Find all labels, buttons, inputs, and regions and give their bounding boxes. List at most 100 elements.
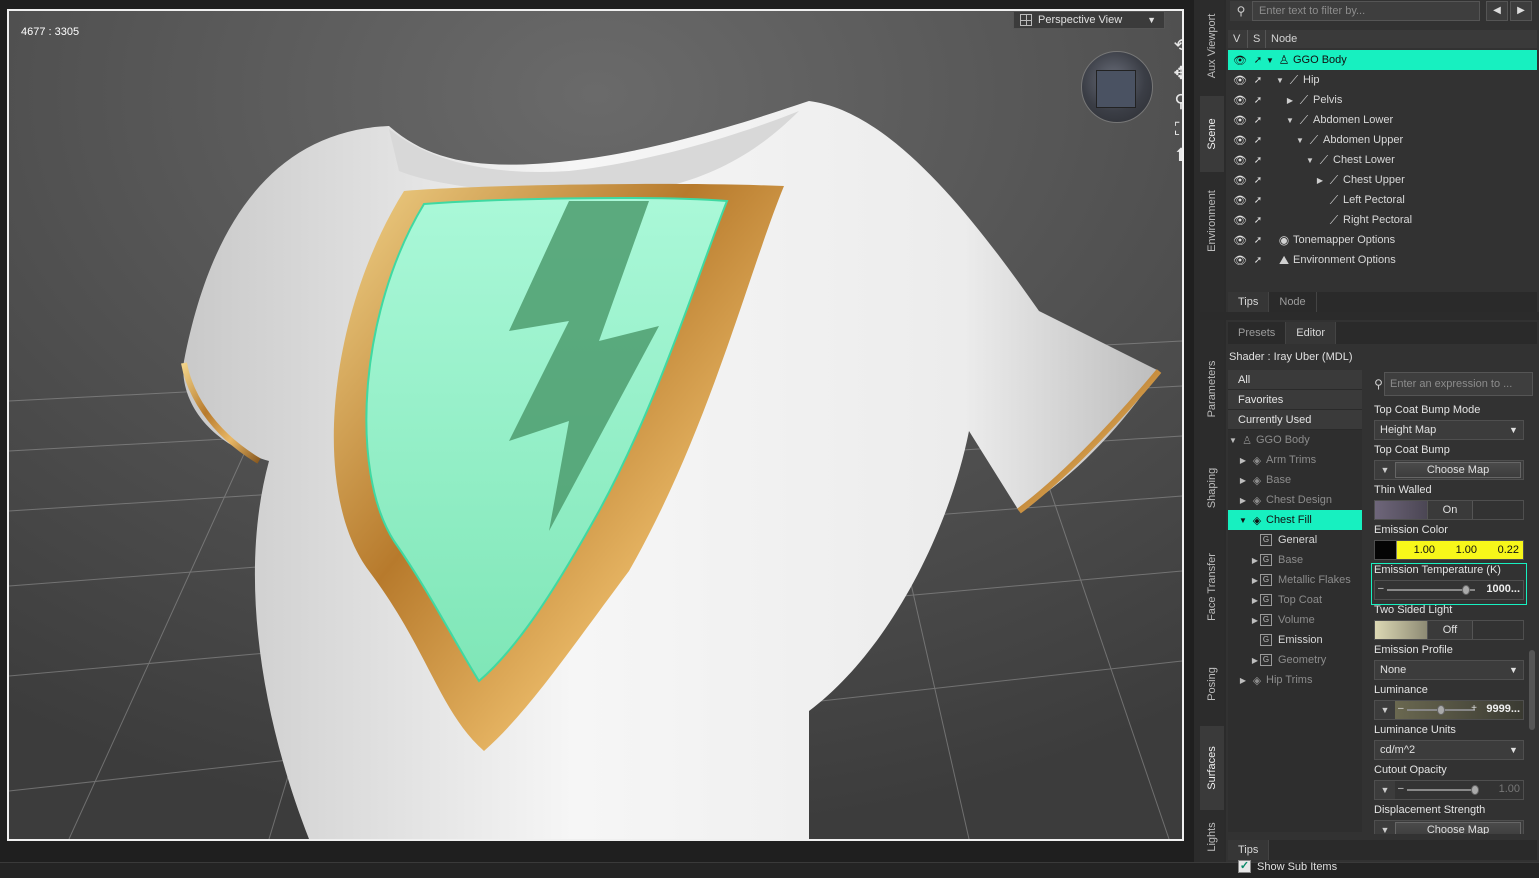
expand-icon[interactable]: ▶ xyxy=(1285,96,1295,105)
eye-icon[interactable]: 👁 xyxy=(1231,134,1249,147)
tab-tips[interactable]: Tips xyxy=(1228,840,1270,860)
minus-icon[interactable]: – xyxy=(1378,583,1384,594)
zoom-icon[interactable]: ⚲ xyxy=(1169,89,1182,113)
list-item[interactable]: ▶ G Base xyxy=(1228,550,1362,570)
chevron-down-icon[interactable]: ▼ xyxy=(1375,705,1395,715)
eye-icon[interactable]: 👁 xyxy=(1231,234,1249,247)
expand-icon[interactable]: ▶ xyxy=(1238,496,1248,505)
slider-value[interactable]: 1000... xyxy=(1486,583,1520,595)
list-item[interactable]: ▶ G Geometry xyxy=(1228,650,1362,670)
color-swatch[interactable] xyxy=(1375,541,1397,559)
expand-icon[interactable]: ▶ xyxy=(1250,576,1260,585)
tree-row[interactable]: 👁 ➚ ▼ ⟋ Chest Lower xyxy=(1228,150,1537,170)
eye-icon[interactable]: 👁 xyxy=(1231,214,1249,227)
eye-icon[interactable]: 👁 xyxy=(1231,94,1249,107)
tab-environment[interactable]: Environment xyxy=(1200,176,1224,266)
cursor-icon[interactable]: ➚ xyxy=(1251,155,1265,166)
chevron-down-icon[interactable]: ▼ xyxy=(1375,825,1395,834)
eye-icon[interactable]: 👁 xyxy=(1231,114,1249,127)
previous-icon[interactable]: ◀ xyxy=(1486,1,1508,21)
expand-icon[interactable]: ▶ xyxy=(1238,676,1248,685)
expand-icon[interactable]: ▶ xyxy=(1250,656,1260,665)
property-scrollbar[interactable] xyxy=(1529,650,1535,730)
viewport-canvas[interactable]: 4677 : 3305 Perspective View ▼ ⟲ ✥ ⚲ ⛶ ⬆ xyxy=(7,9,1184,841)
cursor-icon[interactable]: ➚ xyxy=(1251,95,1265,106)
tab-face-transfer[interactable]: Face Transfer xyxy=(1200,532,1224,642)
viewport[interactable]: 4677 : 3305 Perspective View ▼ ⟲ ✥ ⚲ ⛶ ⬆ xyxy=(0,0,1194,862)
tab-parameters[interactable]: Parameters xyxy=(1200,334,1224,444)
minus-icon[interactable]: – xyxy=(1398,703,1404,714)
group-favorites[interactable]: Favorites xyxy=(1228,390,1362,410)
property-search-input[interactable] xyxy=(1384,372,1533,396)
column-visible[interactable]: V xyxy=(1228,30,1248,48)
list-item[interactable]: ▶ G Volume xyxy=(1228,610,1362,630)
tree-row[interactable]: 👁 ➚ ▼ ⟋ Abdomen Upper xyxy=(1228,130,1537,150)
column-selectable[interactable]: S xyxy=(1248,30,1266,48)
tab-lights[interactable]: Lights xyxy=(1200,812,1224,862)
list-item[interactable]: ▶ G Metallic Flakes xyxy=(1228,570,1362,590)
cutout-opacity-slider[interactable]: – 1.00 xyxy=(1395,781,1523,799)
tab-node[interactable]: Node xyxy=(1269,292,1317,312)
plus-icon[interactable]: + xyxy=(1471,703,1477,714)
expand-icon[interactable]: ▼ xyxy=(1228,436,1238,445)
list-item[interactable]: G Emission xyxy=(1228,630,1362,650)
reset-camera-icon[interactable]: ⬆ xyxy=(1169,143,1182,167)
cursor-icon[interactable]: ➚ xyxy=(1251,215,1265,226)
tree-row[interactable]: 👁 ➚ ⟋ Right Pectoral xyxy=(1228,210,1537,230)
slider-knob[interactable] xyxy=(1471,785,1479,795)
show-sub-items-checkbox[interactable]: ✓ Show Sub Items xyxy=(1238,860,1337,873)
cursor-icon[interactable]: ➚ xyxy=(1251,75,1265,86)
list-item[interactable]: ▶ ◈ Chest Design xyxy=(1228,490,1362,510)
cursor-icon[interactable]: ➚ xyxy=(1251,255,1265,266)
list-item[interactable]: ▶ ◈ Arm Trims xyxy=(1228,450,1362,470)
top-coat-bump-mode-select[interactable]: Height Map ▼ xyxy=(1374,420,1524,440)
tree-row[interactable]: 👁 ➚ ▶ ⟋ Chest Upper xyxy=(1228,170,1537,190)
eye-icon[interactable]: 👁 xyxy=(1231,154,1249,167)
frame-icon[interactable]: ⛶ xyxy=(1169,117,1182,141)
pan-icon[interactable]: ✥ xyxy=(1169,61,1182,85)
tree-row[interactable]: 👁 ➚ ▼ ⟋ Abdomen Lower xyxy=(1228,110,1537,130)
tab-editor[interactable]: Editor xyxy=(1286,322,1337,344)
tree-row[interactable]: 👁 ➚ ⛰ Environment Options xyxy=(1228,250,1537,270)
scene-filter-input[interactable] xyxy=(1252,1,1480,21)
luminance-slider[interactable]: – + 9999... xyxy=(1395,701,1523,719)
chevron-down-icon[interactable]: ▼ xyxy=(1375,785,1395,795)
orbit-icon[interactable]: ⟲ xyxy=(1169,33,1182,57)
expand-icon[interactable]: ▶ xyxy=(1250,596,1260,605)
tree-row[interactable]: 👁 ➚ ▼ ♙ GGO Body xyxy=(1228,50,1537,70)
list-item[interactable]: ▼ ◈ Chest Fill xyxy=(1228,510,1362,530)
minus-icon[interactable]: – xyxy=(1398,783,1404,794)
list-item[interactable]: ▼ ♙ GGO Body xyxy=(1228,430,1362,450)
view-cube[interactable] xyxy=(1081,51,1153,123)
two-sided-light-toggle[interactable]: Off xyxy=(1374,620,1524,640)
slider-knob[interactable] xyxy=(1462,585,1471,595)
expand-icon[interactable]: ▶ xyxy=(1315,176,1325,185)
group-currently-used[interactable]: Currently Used xyxy=(1228,410,1362,430)
expand-icon[interactable]: ▼ xyxy=(1265,56,1275,65)
tab-presets[interactable]: Presets xyxy=(1228,322,1287,344)
expand-icon[interactable]: ▼ xyxy=(1305,156,1315,165)
cursor-icon[interactable]: ➚ xyxy=(1251,55,1265,66)
tree-row[interactable]: 👁 ➚ ◉ Tonemapper Options xyxy=(1228,230,1537,250)
list-item[interactable]: G General xyxy=(1228,530,1362,550)
tab-tips[interactable]: Tips xyxy=(1228,292,1270,312)
cursor-icon[interactable]: ➚ xyxy=(1251,135,1265,146)
choose-map-button[interactable]: Choose Map xyxy=(1395,462,1521,478)
eye-icon[interactable]: 👁 xyxy=(1231,174,1249,187)
tab-posing[interactable]: Posing xyxy=(1200,644,1224,724)
column-node[interactable]: Node xyxy=(1266,30,1537,48)
eye-icon[interactable]: 👁 xyxy=(1231,74,1249,87)
slider-knob[interactable] xyxy=(1437,705,1445,715)
luminance-units-select[interactable]: cd/m^2 ▼ xyxy=(1374,740,1524,760)
view-selector[interactable]: Perspective View ▼ xyxy=(1013,11,1165,29)
slider-value[interactable]: 9999... xyxy=(1486,703,1520,715)
list-item[interactable]: ▶ ◈ Base xyxy=(1228,470,1362,490)
color-b[interactable]: 0.22 xyxy=(1481,541,1523,559)
tab-shaping[interactable]: Shaping xyxy=(1200,446,1224,530)
choose-map-button[interactable]: Choose Map xyxy=(1395,822,1521,834)
tab-surfaces[interactable]: Surfaces xyxy=(1200,726,1224,810)
expand-icon[interactable]: ▶ xyxy=(1250,616,1260,625)
cursor-icon[interactable]: ➚ xyxy=(1251,235,1265,246)
chevron-down-icon[interactable]: ▼ xyxy=(1375,465,1395,475)
eye-icon[interactable]: 👁 xyxy=(1231,254,1249,267)
